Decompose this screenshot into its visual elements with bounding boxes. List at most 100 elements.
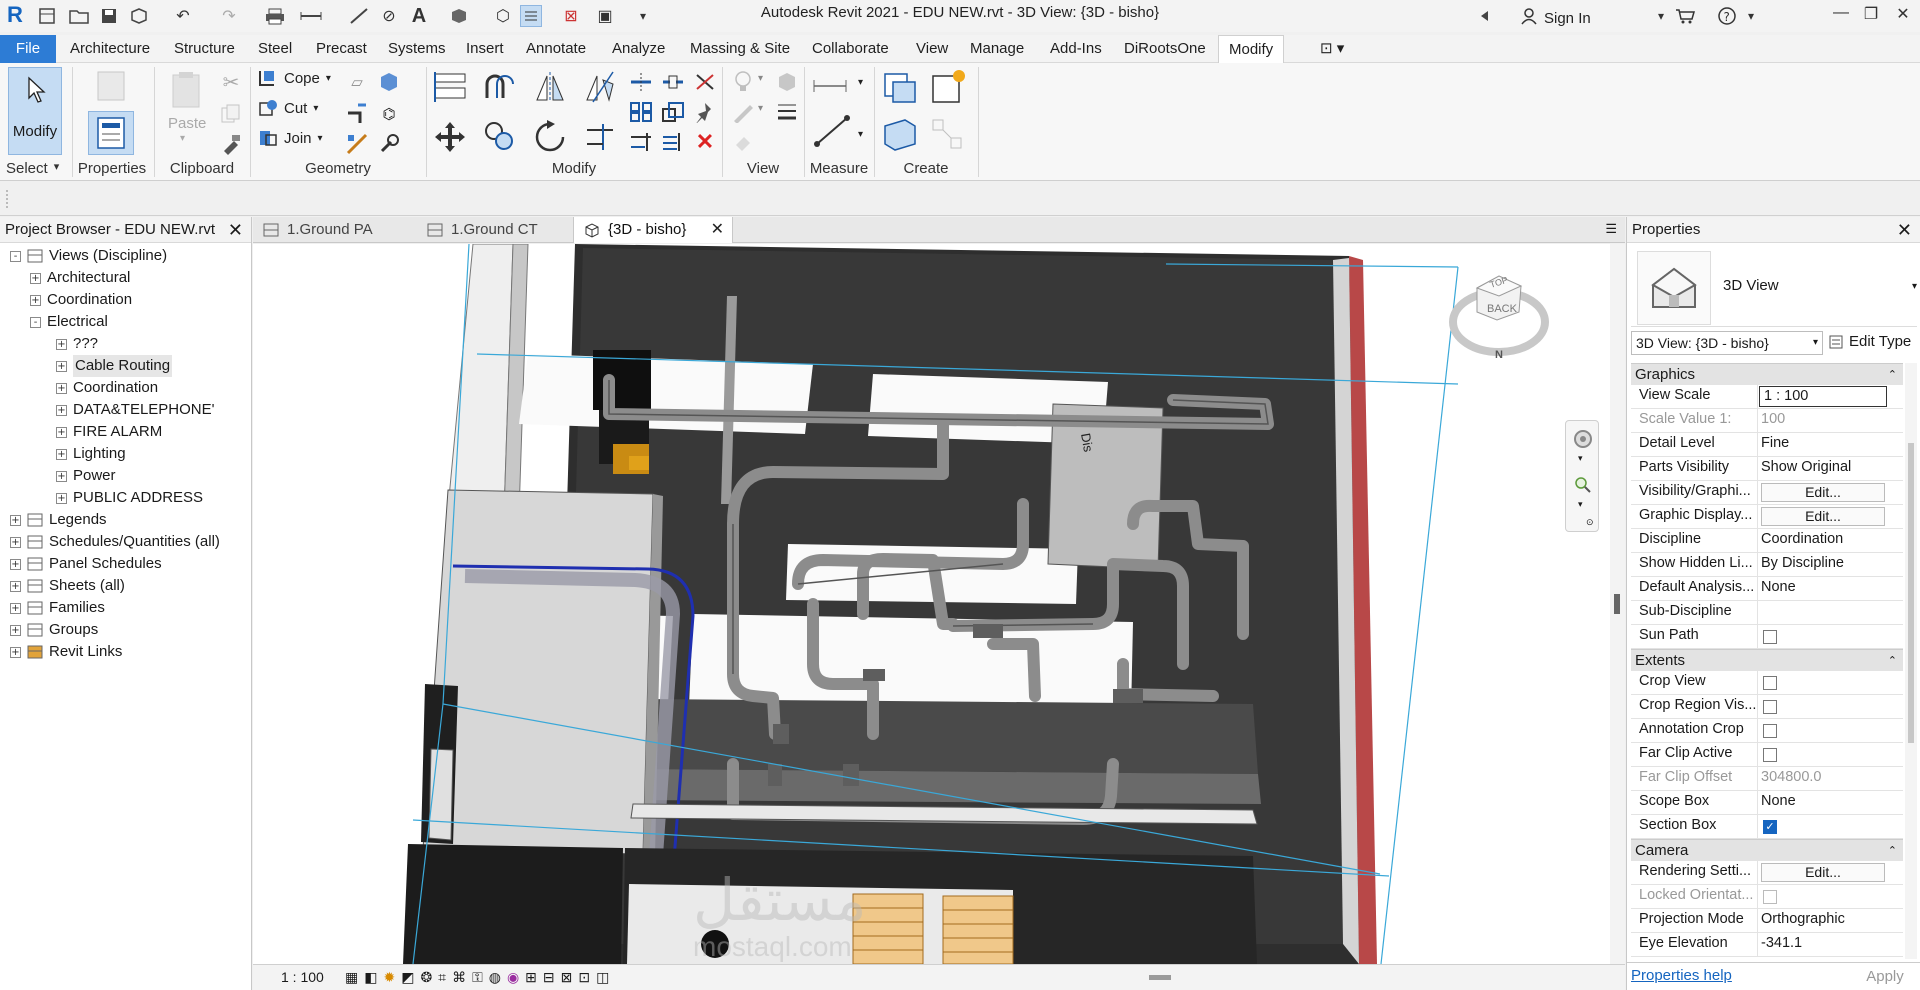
tag-icon[interactable]: ⊘ — [378, 5, 400, 27]
measure-dropdown-icon[interactable]: ▾ — [858, 77, 863, 88]
steering-wheel-icon[interactable] — [1573, 429, 1593, 453]
create-similar-icon[interactable] — [928, 67, 968, 107]
prop-value[interactable]: Fine — [1761, 435, 1899, 451]
visibility-graphics-edit-button[interactable]: Edit... — [1761, 483, 1885, 502]
delete-icon[interactable]: ✕ — [690, 127, 720, 157]
scale-icon[interactable] — [658, 97, 688, 127]
tab-massing-site[interactable]: Massing & Site — [680, 35, 800, 63]
tab-analyze[interactable]: Analyze — [602, 35, 675, 63]
contextual-tab-dropdown-icon[interactable]: ⊡ ▾ — [1310, 35, 1354, 63]
rendering-edit-button[interactable]: Edit... — [1761, 863, 1885, 882]
viewcube-graphic[interactable]: TOP BACK N — [1449, 264, 1549, 364]
prop-value[interactable]: Show Original — [1761, 459, 1899, 475]
signin-dropdown-icon[interactable]: ▾ — [1650, 5, 1672, 27]
browser-item[interactable]: +??? — [56, 333, 98, 355]
home-icon[interactable] — [36, 5, 58, 27]
lightbulb-icon[interactable] — [728, 67, 758, 97]
cut-scissors-icon[interactable]: ✂ — [216, 67, 246, 97]
expand-toggle-icon[interactable]: + — [56, 426, 67, 438]
offset-icon[interactable] — [482, 69, 518, 105]
align-icon[interactable] — [432, 69, 468, 105]
shadows-icon[interactable]: ◩ — [401, 969, 414, 986]
sync-icon[interactable] — [128, 5, 150, 27]
tab-architecture[interactable]: Architecture — [60, 35, 160, 63]
temp-hide-icon[interactable]: ◍ — [489, 969, 501, 986]
type-selector[interactable]: 3D View ▾ — [1631, 247, 1917, 327]
aligned-dimension-ribbon-icon[interactable] — [812, 113, 852, 149]
apply-button[interactable]: Apply — [1857, 966, 1913, 988]
crop-view-checkbox[interactable] — [1763, 676, 1777, 690]
temp-view-props-icon[interactable]: ⊞ — [525, 969, 537, 986]
properties-palette-icon[interactable] — [88, 111, 134, 155]
save-icon[interactable] — [98, 5, 120, 27]
browser-item[interactable]: + FIRE ALARM — [56, 421, 162, 443]
paint-icon[interactable] — [374, 67, 404, 97]
copy-element-icon[interactable] — [482, 119, 518, 155]
help-icon[interactable]: ? — [1716, 5, 1738, 27]
rotate-icon[interactable] — [532, 119, 568, 155]
create-group-icon[interactable] — [928, 115, 968, 155]
split-with-gap-icon[interactable] — [658, 67, 688, 97]
override-graphics-icon[interactable] — [772, 67, 802, 97]
wrench-icon[interactable] — [374, 129, 404, 159]
expand-toggle-icon[interactable]: + — [56, 470, 67, 482]
expand-toggle-icon[interactable]: + — [56, 382, 67, 394]
expand-toggle-icon[interactable]: + — [56, 448, 67, 460]
sun-path-icon[interactable]: ✹ — [383, 969, 395, 986]
close-properties-icon[interactable]: ✕ — [1897, 217, 1912, 243]
graphic-display-edit-button[interactable]: Edit... — [1761, 507, 1885, 526]
prop-value[interactable]: -341.1 — [1761, 935, 1899, 951]
select-dropdown[interactable]: Select ▾ — [6, 160, 66, 177]
split-element-icon[interactable] — [626, 67, 656, 97]
paint-eraser-icon[interactable] — [728, 127, 758, 157]
properties-scroll-thumb[interactable] — [1908, 443, 1914, 743]
prop-value[interactable]: None — [1761, 793, 1899, 809]
expand-toggle-icon[interactable]: + — [10, 646, 21, 658]
browser-item[interactable]: + Schedules/Quantities (all) — [10, 531, 220, 553]
expand-toggle-icon[interactable]: + — [10, 580, 21, 592]
beam-join-icon[interactable] — [342, 129, 372, 159]
linework-dropdown-icon[interactable]: ▾ — [758, 103, 763, 114]
visual-style-icon[interactable]: ◧ — [364, 969, 377, 986]
properties-help-link[interactable]: Properties help — [1631, 967, 1732, 984]
browser-item[interactable]: + Families — [10, 597, 105, 619]
split-face-icon[interactable]: ▱ — [342, 67, 372, 97]
prop-eye-elevation[interactable]: Eye Elevation -341.1 — [1631, 933, 1903, 957]
search-icon[interactable] — [1474, 5, 1496, 27]
tab-steel[interactable]: Steel — [248, 35, 302, 63]
crop-view-icon[interactable]: ⌗ — [438, 969, 446, 986]
browser-item[interactable]: + Revit Links — [10, 641, 122, 663]
browser-item[interactable]: + Power — [56, 465, 116, 487]
browser-item[interactable]: + Cable Routing — [56, 355, 173, 377]
tab-structure[interactable]: Structure — [164, 35, 245, 63]
reveal-hidden-icon[interactable]: ◉ — [507, 969, 519, 986]
view-tab-3d-bisho[interactable]: {3D - bisho} ✕ — [573, 217, 733, 243]
browser-item[interactable]: - Electrical — [30, 311, 108, 333]
tab-insert[interactable]: Insert — [456, 35, 514, 63]
tab-add-ins[interactable]: Add-Ins — [1040, 35, 1112, 63]
default-3d-icon[interactable] — [448, 5, 470, 27]
close-window-icon[interactable]: ✕ — [1888, 4, 1918, 28]
prop-value[interactable]: Coordination — [1761, 531, 1899, 547]
join-button[interactable]: Join ▾ — [258, 129, 323, 147]
tab-collaborate[interactable]: Collaborate — [802, 35, 899, 63]
browser-item[interactable]: + Sheets (all) — [10, 575, 125, 597]
instance-selector[interactable]: 3D View: {3D - bisho} ▾ — [1631, 331, 1823, 355]
expand-toggle-icon[interactable]: + — [30, 272, 41, 284]
prop-detail-level[interactable]: Detail Level Fine — [1631, 433, 1903, 457]
customize-qat-icon[interactable]: ▾ — [632, 5, 654, 27]
show-crop-icon[interactable]: ⌘ — [452, 969, 466, 986]
print-icon[interactable] — [264, 5, 286, 27]
zoom-dropdown-icon[interactable]: ▾ — [1578, 499, 1583, 510]
linework-icon[interactable] — [728, 97, 758, 127]
view-tab-ground-pa[interactable]: 1.Ground PA — [253, 217, 413, 243]
revit-logo-icon[interactable]: R — [4, 2, 26, 27]
array-icon[interactable] — [626, 97, 656, 127]
properties-scrollbar[interactable] — [1905, 363, 1917, 959]
expand-toggle-icon[interactable]: + — [56, 404, 67, 416]
tab-menu-icon[interactable]: ☰ — [1605, 221, 1617, 237]
undo-icon[interactable]: ↶ — [172, 5, 194, 27]
worksharing-icon[interactable]: ⊟ — [543, 969, 555, 986]
prop-value[interactable]: By Discipline — [1761, 555, 1899, 571]
3d-model-render[interactable]: Dis مستقل mostaql.com — [253, 244, 1610, 964]
